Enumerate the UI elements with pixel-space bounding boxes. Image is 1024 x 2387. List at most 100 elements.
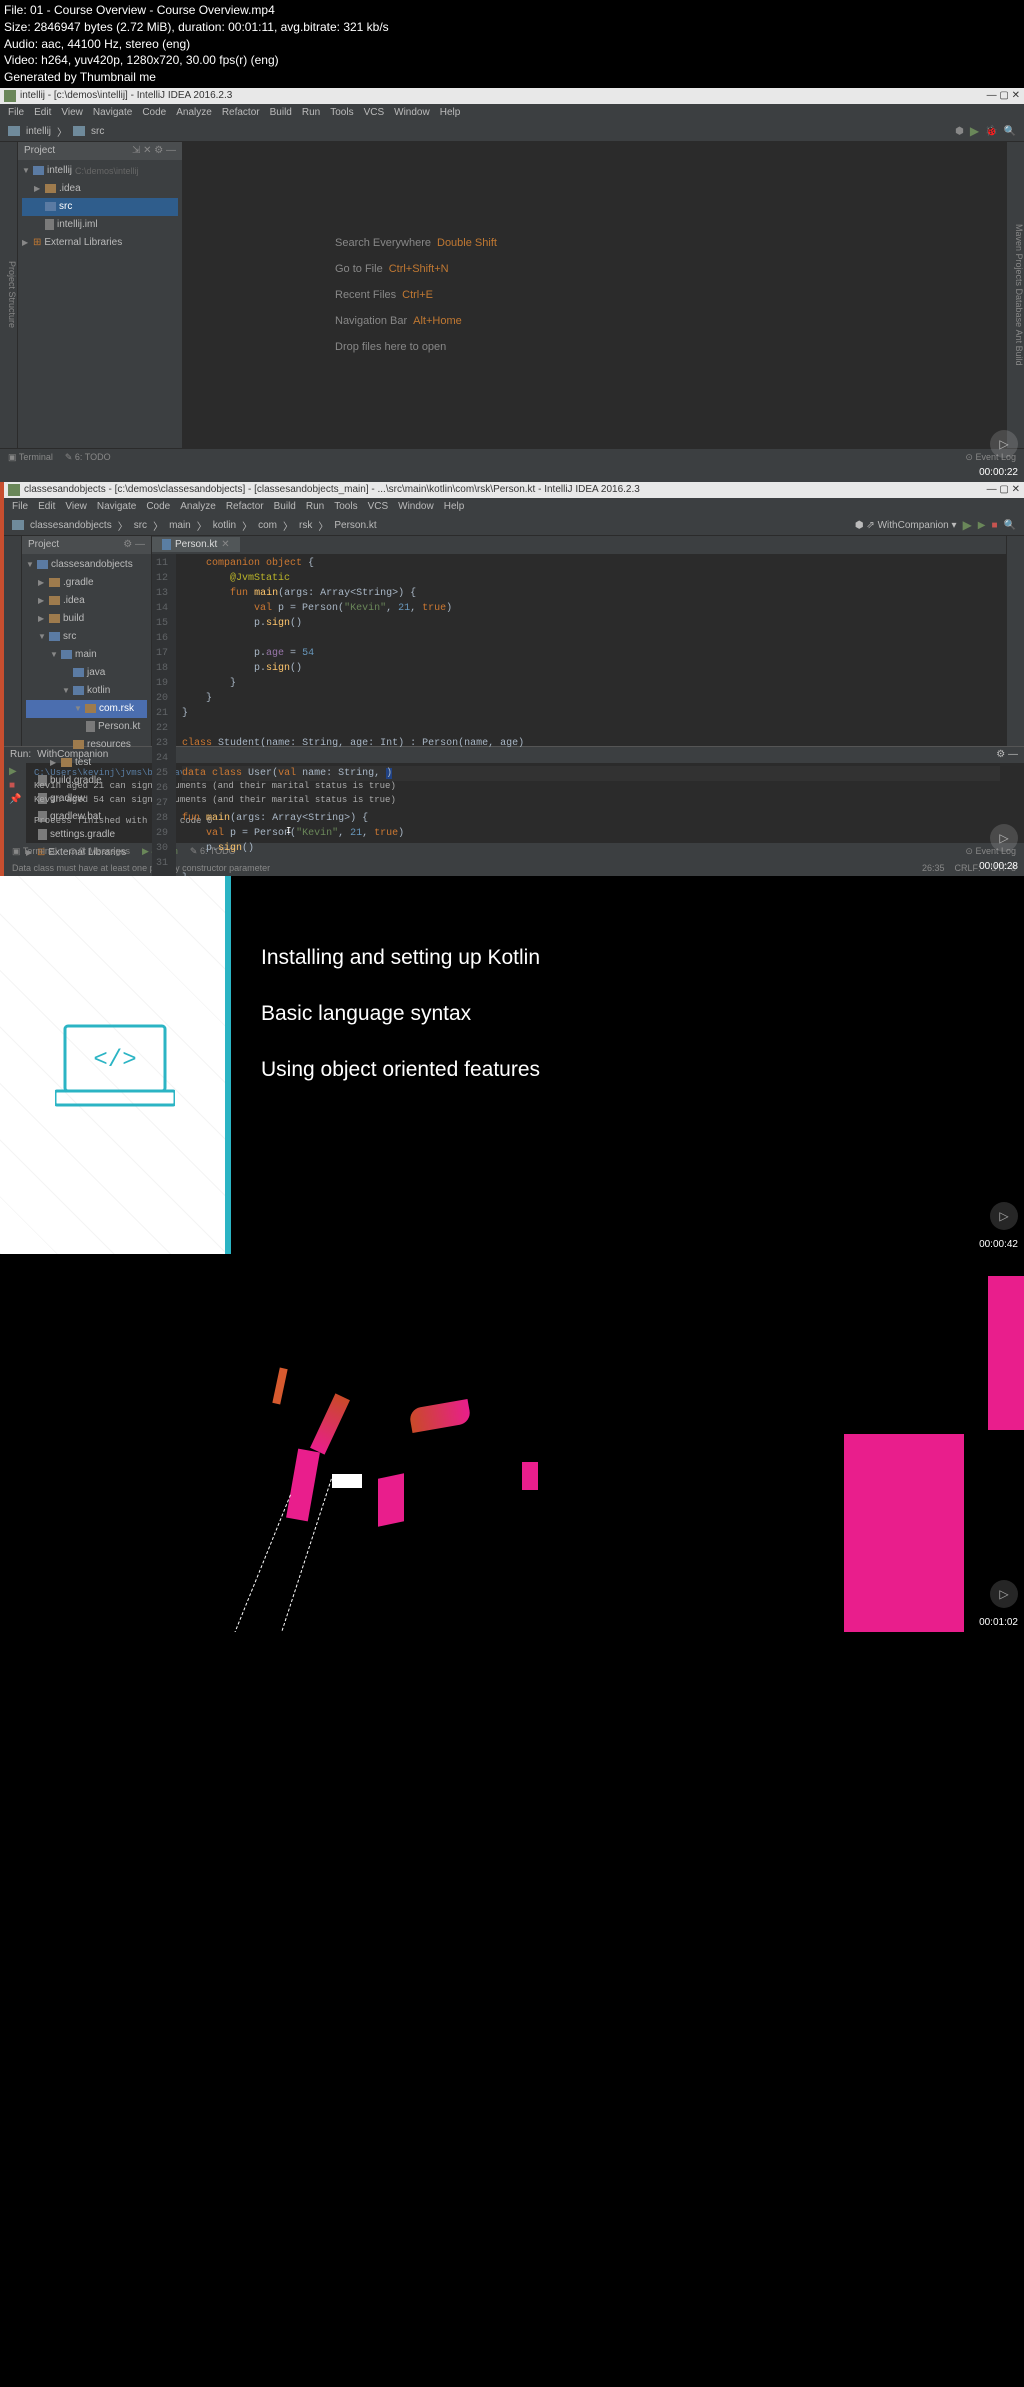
menu-analyze[interactable]: Analyze: [176, 107, 212, 118]
search-icon[interactable]: 🔍: [1004, 520, 1016, 531]
menu-file[interactable]: File: [8, 107, 24, 118]
editor-area: Search Everywhere Double Shift Go to Fil…: [183, 142, 1006, 448]
close-icon[interactable]: ✕: [221, 539, 229, 550]
tree-src[interactable]: ▼src: [26, 628, 147, 646]
menu-help[interactable]: Help: [440, 107, 461, 118]
play-overlay-icon: ▷: [990, 824, 1018, 852]
rerun-icon[interactable]: ▶: [9, 766, 21, 778]
crumb-2[interactable]: main: [169, 520, 191, 531]
pink-shape: [286, 1449, 320, 1522]
menu-vcs[interactable]: VCS: [368, 501, 389, 512]
menu-run[interactable]: Run: [306, 501, 324, 512]
tree-build[interactable]: ▶build: [26, 610, 147, 628]
menu-bar[interactable]: File Edit View Navigate Code Analyze Ref…: [4, 498, 1024, 516]
tree-libs[interactable]: ▶⊞External Libraries: [22, 234, 178, 252]
stop-button[interactable]: ■: [992, 520, 998, 531]
tree-item-src[interactable]: src: [22, 198, 178, 216]
crumb-1[interactable]: src: [134, 520, 147, 531]
tree-kotlin[interactable]: ▼kotlin: [26, 682, 147, 700]
play-overlay-icon: ▷: [990, 430, 1018, 458]
menu-refactor[interactable]: Refactor: [226, 501, 264, 512]
menu-vcs[interactable]: VCS: [364, 107, 385, 118]
editor-tab-person[interactable]: Person.kt✕: [152, 537, 240, 552]
menu-file[interactable]: File: [12, 501, 28, 512]
menu-code[interactable]: Code: [142, 107, 166, 118]
database-tab[interactable]: Database: [1014, 289, 1024, 328]
terminal-tab[interactable]: ▣ Terminal: [12, 846, 57, 857]
build-icon[interactable]: ⬢: [955, 126, 964, 137]
tree-file-person[interactable]: Person.kt: [26, 718, 147, 736]
slide-line-3: Using object oriented features: [261, 1058, 994, 1082]
menu-edit[interactable]: Edit: [34, 107, 51, 118]
run-button[interactable]: ▶: [963, 518, 972, 532]
todo-tab[interactable]: ✎ 6: TODO: [65, 452, 111, 463]
crumb-6[interactable]: Person.kt: [334, 520, 376, 531]
pin-icon[interactable]: 📌: [9, 794, 21, 806]
menu-navigate[interactable]: Navigate: [97, 501, 136, 512]
slide-line-2: Basic language syntax: [261, 1002, 994, 1026]
crumb-3[interactable]: kotlin: [213, 520, 236, 531]
crumb-0[interactable]: classesandobjects: [30, 520, 112, 531]
menu-navigate[interactable]: Navigate: [93, 107, 132, 118]
crumb-4[interactable]: com: [258, 520, 277, 531]
project-header-label: Project: [24, 145, 55, 156]
window-controls[interactable]: — ▢ ✕: [987, 484, 1020, 495]
right-tool-strip[interactable]: [1006, 536, 1024, 746]
meta-video: Video: h264, yuv420p, 1280x720, 30.00 fp…: [4, 52, 1020, 69]
menu-help[interactable]: Help: [444, 501, 465, 512]
crumb-src[interactable]: src: [91, 126, 104, 137]
menu-tools[interactable]: Tools: [330, 107, 353, 118]
tree-java[interactable]: java: [26, 664, 147, 682]
debug-button[interactable]: 🐞: [985, 126, 997, 137]
window-title: intellij - [c:\demos\intellij] - Intelli…: [20, 90, 232, 101]
project-tab[interactable]: Project: [7, 261, 17, 289]
run-toolbar[interactable]: ▶ ■ 📌: [4, 763, 26, 843]
menu-build[interactable]: Build: [274, 501, 296, 512]
tree-pkg[interactable]: ▼com.rsk: [26, 700, 147, 718]
crumb-root[interactable]: intellij: [26, 126, 51, 137]
menu-code[interactable]: Code: [146, 501, 170, 512]
tree-idea[interactable]: ▶.idea: [26, 592, 147, 610]
collapse-icon[interactable]: ⚙ —: [123, 539, 145, 550]
pink-shape: [988, 1276, 1024, 1430]
menu-run[interactable]: Run: [302, 107, 320, 118]
tree-item-idea[interactable]: ▶.idea: [22, 180, 178, 198]
tree-root[interactable]: ▼intellij C:\demos\intellij: [22, 162, 178, 180]
menu-edit[interactable]: Edit: [38, 501, 55, 512]
hint-gotofile: Go to File: [335, 263, 383, 275]
left-tool-strip[interactable]: [4, 536, 22, 746]
crumb-5[interactable]: rsk: [299, 520, 312, 531]
messages-tab[interactable]: ⊙ 0: Messages: [69, 846, 130, 857]
right-tool-strip[interactable]: Maven Projects Database Ant Build: [1006, 142, 1024, 448]
menu-refactor[interactable]: Refactor: [222, 107, 260, 118]
tree-gradle[interactable]: ▶.gradle: [26, 574, 147, 592]
ant-tab[interactable]: Ant Build: [1014, 330, 1024, 366]
menu-analyze[interactable]: Analyze: [180, 501, 216, 512]
run-button[interactable]: ▶: [970, 124, 979, 138]
collapse-icon[interactable]: ⇲ ✕ ⚙ —: [132, 145, 176, 156]
menu-bar[interactable]: File Edit View Navigate Code Analyze Ref…: [0, 104, 1024, 122]
menu-tools[interactable]: Tools: [334, 501, 357, 512]
menu-view[interactable]: View: [61, 107, 83, 118]
maven-tab[interactable]: Maven Projects: [1014, 224, 1024, 286]
menu-build[interactable]: Build: [270, 107, 292, 118]
left-tool-strip[interactable]: Project Structure: [0, 142, 18, 448]
tree-item-iml[interactable]: intellij.iml: [22, 216, 178, 234]
terminal-tab[interactable]: ▣ Terminal: [8, 452, 53, 463]
tree-main[interactable]: ▼main: [26, 646, 147, 664]
project-tree[interactable]: ▼intellij C:\demos\intellij ▶.idea src i…: [18, 160, 182, 254]
tree-root[interactable]: ▼classesandobjects: [26, 556, 147, 574]
window-titlebar: intellij - [c:\demos\intellij] - Intelli…: [0, 88, 1024, 104]
debug-button[interactable]: ▶: [978, 520, 986, 531]
search-icon[interactable]: 🔍: [1004, 126, 1016, 137]
run-config-selector[interactable]: ⬢ ⇗ WithCompanion ▾: [855, 520, 957, 531]
structure-tab[interactable]: Structure: [7, 292, 17, 329]
menu-window[interactable]: Window: [398, 501, 434, 512]
menu-window[interactable]: Window: [394, 107, 430, 118]
window-controls[interactable]: — ▢ ✕: [987, 90, 1020, 101]
stop-icon[interactable]: ■: [9, 780, 21, 792]
project-header-label: Project: [28, 539, 59, 550]
menu-view[interactable]: View: [65, 501, 87, 512]
app-icon: [8, 484, 20, 496]
editor-area[interactable]: Person.kt✕ 11121314151617181920212223242…: [152, 536, 1006, 746]
